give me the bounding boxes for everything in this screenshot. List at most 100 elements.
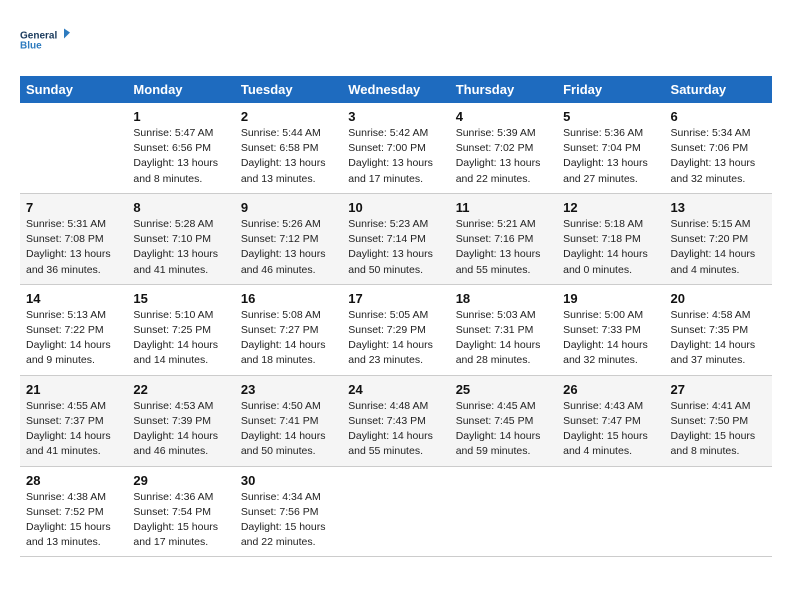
calendar-cell xyxy=(665,466,772,557)
day-header-sunday: Sunday xyxy=(20,76,127,103)
calendar-cell: 15 Sunrise: 5:10 AM Sunset: 7:25 PM Dayl… xyxy=(127,284,234,375)
calendar-cell: 18 Sunrise: 5:03 AM Sunset: 7:31 PM Dayl… xyxy=(450,284,557,375)
calendar-cell: 29 Sunrise: 4:36 AM Sunset: 7:54 PM Dayl… xyxy=(127,466,234,557)
day-info: Sunrise: 4:34 AM Sunset: 7:56 PM Dayligh… xyxy=(241,490,336,551)
day-info: Sunrise: 5:08 AM Sunset: 7:27 PM Dayligh… xyxy=(241,308,336,369)
day-number: 10 xyxy=(348,200,443,215)
calendar-cell: 24 Sunrise: 4:48 AM Sunset: 7:43 PM Dayl… xyxy=(342,375,449,466)
day-info: Sunrise: 5:36 AM Sunset: 7:04 PM Dayligh… xyxy=(563,126,658,187)
day-number: 18 xyxy=(456,291,551,306)
day-number: 26 xyxy=(563,382,658,397)
calendar-cell: 5 Sunrise: 5:36 AM Sunset: 7:04 PM Dayli… xyxy=(557,103,664,193)
day-number: 6 xyxy=(671,109,766,124)
day-number: 21 xyxy=(26,382,121,397)
day-number: 24 xyxy=(348,382,443,397)
calendar-cell: 23 Sunrise: 4:50 AM Sunset: 7:41 PM Dayl… xyxy=(235,375,342,466)
calendar-cell: 8 Sunrise: 5:28 AM Sunset: 7:10 PM Dayli… xyxy=(127,193,234,284)
day-number: 23 xyxy=(241,382,336,397)
calendar-cell: 12 Sunrise: 5:18 AM Sunset: 7:18 PM Dayl… xyxy=(557,193,664,284)
day-info: Sunrise: 4:43 AM Sunset: 7:47 PM Dayligh… xyxy=(563,399,658,460)
calendar-cell: 20 Sunrise: 4:58 AM Sunset: 7:35 PM Dayl… xyxy=(665,284,772,375)
day-info: Sunrise: 4:55 AM Sunset: 7:37 PM Dayligh… xyxy=(26,399,121,460)
calendar-week-row: 21 Sunrise: 4:55 AM Sunset: 7:37 PM Dayl… xyxy=(20,375,772,466)
calendar-cell: 14 Sunrise: 5:13 AM Sunset: 7:22 PM Dayl… xyxy=(20,284,127,375)
day-number: 11 xyxy=(456,200,551,215)
day-info: Sunrise: 5:26 AM Sunset: 7:12 PM Dayligh… xyxy=(241,217,336,278)
day-number: 2 xyxy=(241,109,336,124)
calendar-cell: 16 Sunrise: 5:08 AM Sunset: 7:27 PM Dayl… xyxy=(235,284,342,375)
day-info: Sunrise: 4:48 AM Sunset: 7:43 PM Dayligh… xyxy=(348,399,443,460)
calendar-cell: 1 Sunrise: 5:47 AM Sunset: 6:56 PM Dayli… xyxy=(127,103,234,193)
day-info: Sunrise: 4:41 AM Sunset: 7:50 PM Dayligh… xyxy=(671,399,766,460)
day-number: 4 xyxy=(456,109,551,124)
day-number: 13 xyxy=(671,200,766,215)
day-number: 20 xyxy=(671,291,766,306)
day-number: 14 xyxy=(26,291,121,306)
calendar-cell: 19 Sunrise: 5:00 AM Sunset: 7:33 PM Dayl… xyxy=(557,284,664,375)
calendar-week-row: 28 Sunrise: 4:38 AM Sunset: 7:52 PM Dayl… xyxy=(20,466,772,557)
svg-text:Blue: Blue xyxy=(20,41,42,52)
day-info: Sunrise: 5:39 AM Sunset: 7:02 PM Dayligh… xyxy=(456,126,551,187)
day-info: Sunrise: 5:31 AM Sunset: 7:08 PM Dayligh… xyxy=(26,217,121,278)
day-info: Sunrise: 5:05 AM Sunset: 7:29 PM Dayligh… xyxy=(348,308,443,369)
day-number: 9 xyxy=(241,200,336,215)
calendar-table: SundayMondayTuesdayWednesdayThursdayFrid… xyxy=(20,76,772,557)
day-info: Sunrise: 5:03 AM Sunset: 7:31 PM Dayligh… xyxy=(456,308,551,369)
day-number: 12 xyxy=(563,200,658,215)
day-info: Sunrise: 4:50 AM Sunset: 7:41 PM Dayligh… xyxy=(241,399,336,460)
day-info: Sunrise: 5:28 AM Sunset: 7:10 PM Dayligh… xyxy=(133,217,228,278)
day-number: 16 xyxy=(241,291,336,306)
day-info: Sunrise: 5:00 AM Sunset: 7:33 PM Dayligh… xyxy=(563,308,658,369)
calendar-cell: 17 Sunrise: 5:05 AM Sunset: 7:29 PM Dayl… xyxy=(342,284,449,375)
day-number: 17 xyxy=(348,291,443,306)
day-info: Sunrise: 5:44 AM Sunset: 6:58 PM Dayligh… xyxy=(241,126,336,187)
day-info: Sunrise: 5:13 AM Sunset: 7:22 PM Dayligh… xyxy=(26,308,121,369)
calendar-cell: 13 Sunrise: 5:15 AM Sunset: 7:20 PM Dayl… xyxy=(665,193,772,284)
calendar-week-row: 7 Sunrise: 5:31 AM Sunset: 7:08 PM Dayli… xyxy=(20,193,772,284)
calendar-cell: 28 Sunrise: 4:38 AM Sunset: 7:52 PM Dayl… xyxy=(20,466,127,557)
calendar-cell xyxy=(557,466,664,557)
day-info: Sunrise: 5:18 AM Sunset: 7:18 PM Dayligh… xyxy=(563,217,658,278)
day-header-monday: Monday xyxy=(127,76,234,103)
day-info: Sunrise: 5:21 AM Sunset: 7:16 PM Dayligh… xyxy=(456,217,551,278)
day-number: 29 xyxy=(133,473,228,488)
calendar-cell: 22 Sunrise: 4:53 AM Sunset: 7:39 PM Dayl… xyxy=(127,375,234,466)
day-info: Sunrise: 5:15 AM Sunset: 7:20 PM Dayligh… xyxy=(671,217,766,278)
calendar-cell: 9 Sunrise: 5:26 AM Sunset: 7:12 PM Dayli… xyxy=(235,193,342,284)
day-info: Sunrise: 4:53 AM Sunset: 7:39 PM Dayligh… xyxy=(133,399,228,460)
calendar-cell xyxy=(450,466,557,557)
calendar-week-row: 14 Sunrise: 5:13 AM Sunset: 7:22 PM Dayl… xyxy=(20,284,772,375)
logo-svg: General Blue xyxy=(20,20,70,60)
day-number: 5 xyxy=(563,109,658,124)
calendar-cell: 21 Sunrise: 4:55 AM Sunset: 7:37 PM Dayl… xyxy=(20,375,127,466)
day-number: 3 xyxy=(348,109,443,124)
svg-text:General: General xyxy=(20,31,57,42)
calendar-cell: 30 Sunrise: 4:34 AM Sunset: 7:56 PM Dayl… xyxy=(235,466,342,557)
page-header: General Blue xyxy=(20,20,772,60)
day-header-tuesday: Tuesday xyxy=(235,76,342,103)
calendar-header-row: SundayMondayTuesdayWednesdayThursdayFrid… xyxy=(20,76,772,103)
day-header-friday: Friday xyxy=(557,76,664,103)
day-info: Sunrise: 5:23 AM Sunset: 7:14 PM Dayligh… xyxy=(348,217,443,278)
calendar-cell xyxy=(342,466,449,557)
day-number: 15 xyxy=(133,291,228,306)
calendar-cell: 2 Sunrise: 5:44 AM Sunset: 6:58 PM Dayli… xyxy=(235,103,342,193)
calendar-cell: 3 Sunrise: 5:42 AM Sunset: 7:00 PM Dayli… xyxy=(342,103,449,193)
calendar-cell: 26 Sunrise: 4:43 AM Sunset: 7:47 PM Dayl… xyxy=(557,375,664,466)
day-info: Sunrise: 5:10 AM Sunset: 7:25 PM Dayligh… xyxy=(133,308,228,369)
day-number: 22 xyxy=(133,382,228,397)
day-info: Sunrise: 5:34 AM Sunset: 7:06 PM Dayligh… xyxy=(671,126,766,187)
day-info: Sunrise: 5:42 AM Sunset: 7:00 PM Dayligh… xyxy=(348,126,443,187)
day-info: Sunrise: 4:36 AM Sunset: 7:54 PM Dayligh… xyxy=(133,490,228,551)
day-number: 7 xyxy=(26,200,121,215)
day-number: 8 xyxy=(133,200,228,215)
day-number: 30 xyxy=(241,473,336,488)
calendar-cell: 10 Sunrise: 5:23 AM Sunset: 7:14 PM Dayl… xyxy=(342,193,449,284)
calendar-cell: 27 Sunrise: 4:41 AM Sunset: 7:50 PM Dayl… xyxy=(665,375,772,466)
calendar-cell: 4 Sunrise: 5:39 AM Sunset: 7:02 PM Dayli… xyxy=(450,103,557,193)
day-number: 25 xyxy=(456,382,551,397)
day-header-wednesday: Wednesday xyxy=(342,76,449,103)
calendar-cell: 25 Sunrise: 4:45 AM Sunset: 7:45 PM Dayl… xyxy=(450,375,557,466)
day-header-saturday: Saturday xyxy=(665,76,772,103)
calendar-cell xyxy=(20,103,127,193)
